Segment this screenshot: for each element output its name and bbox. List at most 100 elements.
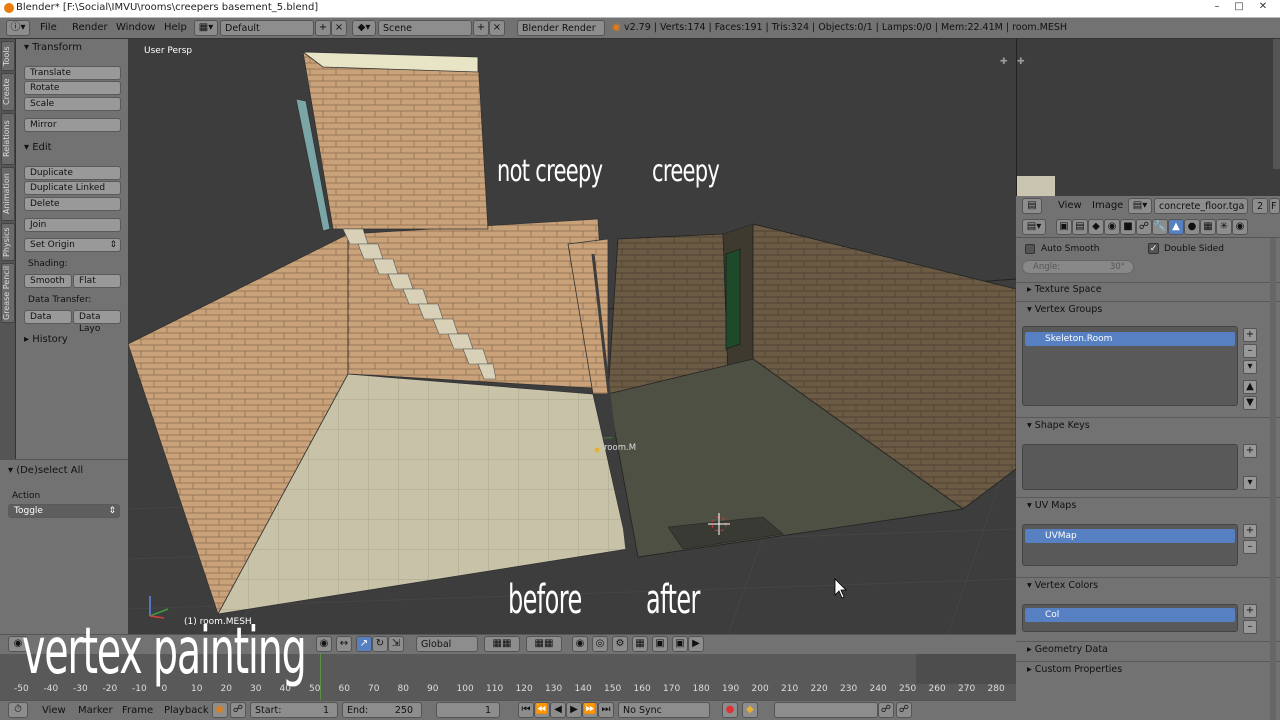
vertex-color-list[interactable]: Col <box>1022 604 1238 632</box>
particles-tab-icon[interactable]: ✳ <box>1216 219 1232 235</box>
tab-tools[interactable]: Tools <box>1 41 15 71</box>
render-engine-select[interactable]: Blender Render <box>517 20 605 36</box>
start-frame-field[interactable]: Start: 1 <box>250 702 338 718</box>
texture-tab-icon[interactable]: ▦ <box>1200 219 1216 235</box>
shape-keys-header[interactable]: ▾ Shape Keys <box>1027 420 1090 431</box>
join-button[interactable]: Join <box>24 218 121 232</box>
specials-icon[interactable]: ▾ <box>1243 476 1257 490</box>
add-vertex-group-icon[interactable]: + <box>1243 328 1257 342</box>
vertex-colors-header[interactable]: ▾ Vertex Colors <box>1027 580 1098 591</box>
auto-key-icon[interactable]: ● <box>722 702 738 718</box>
menu-frame[interactable]: Frame <box>122 705 153 716</box>
geometry-data-header[interactable]: ▸ Geometry Data <box>1027 644 1108 655</box>
remove-layout-icon[interactable]: × <box>331 20 347 36</box>
close-icon[interactable]: ✕ <box>1252 1 1274 15</box>
texture-space-header[interactable]: ▸ Texture Space <box>1027 284 1102 295</box>
area-split-icon[interactable]: ✚ <box>1017 57 1025 67</box>
list-item[interactable]: Col <box>1025 608 1235 622</box>
physics-tab-icon[interactable]: ◉ <box>1232 219 1248 235</box>
prev-key-icon[interactable]: ⏪ <box>534 702 550 718</box>
keying-set-icon[interactable]: ◆ <box>742 702 758 718</box>
move-up-icon[interactable]: ▲ <box>1243 380 1257 394</box>
lock-icon[interactable]: ☍ <box>230 702 246 718</box>
modifiers-tab-icon[interactable]: 🔧 <box>1152 219 1168 235</box>
end-frame-field[interactable]: End: 250 <box>342 702 422 718</box>
minimize-icon[interactable]: – <box>1206 1 1228 15</box>
insert-key-icon[interactable]: ☍ <box>878 702 894 718</box>
material-tab-icon[interactable]: ● <box>1184 219 1200 235</box>
editor-type-icon[interactable]: ⓘ▾ <box>6 20 30 36</box>
opengl-render-icon[interactable]: ▣ <box>672 636 688 652</box>
menu-view[interactable]: View <box>42 705 66 716</box>
data-layout-button[interactable]: Data Layo <box>73 310 121 334</box>
remove-scene-icon[interactable]: × <box>489 20 505 36</box>
screen-layout-icon[interactable]: ▦▾ <box>194 20 218 36</box>
auto-smooth-checkbox[interactable] <box>1025 244 1035 254</box>
data-button[interactable]: Data <box>24 310 72 324</box>
manipulator-icon[interactable]: ↔ <box>336 636 352 652</box>
layout-field[interactable]: Default <box>220 20 314 36</box>
image-name-field[interactable]: concrete_floor.tga <box>1154 198 1248 214</box>
shape-key-list[interactable] <box>1022 444 1238 490</box>
current-frame-field[interactable]: 1 <box>436 702 500 718</box>
keying-set-field[interactable] <box>774 702 878 718</box>
translate-button[interactable]: Translate <box>24 66 121 80</box>
duplicate-linked-button[interactable]: Duplicate Linked <box>24 181 121 195</box>
menu-image[interactable]: Image <box>1092 200 1123 211</box>
list-item[interactable]: Skeleton.Room <box>1025 332 1235 346</box>
sync-select[interactable]: No Sync <box>618 702 710 718</box>
proportional-edit-icon[interactable]: ◎ <box>592 636 608 652</box>
fake-user-button[interactable]: F <box>1269 198 1280 214</box>
3d-viewport[interactable]: User Persp room.M (1) room.MESH not cree… <box>128 39 1016 634</box>
double-sided-checkbox[interactable]: ✓ <box>1148 243 1159 254</box>
menu-render[interactable]: Render <box>72 22 108 33</box>
snap-icon[interactable]: ⚙ <box>612 636 628 652</box>
orientation-select[interactable]: Global <box>416 636 478 652</box>
set-origin-button[interactable]: Set Origin ⇕ <box>24 238 121 252</box>
uv-maps-header[interactable]: ▾ UV Maps <box>1027 500 1076 511</box>
scale-button[interactable]: Scale <box>24 97 121 111</box>
tab-create[interactable]: Create <box>1 73 15 111</box>
vertex-groups-header[interactable]: ▾ Vertex Groups <box>1027 304 1102 315</box>
action-select[interactable]: Toggle ⇕ <box>8 504 120 518</box>
rotate-button[interactable]: Rotate <box>24 81 121 95</box>
flat-button[interactable]: Flat <box>73 274 121 288</box>
rotate-manipulator-icon[interactable]: ↻ <box>372 636 388 652</box>
constraints-tab-icon[interactable]: ☍ <box>1136 219 1152 235</box>
delete-button[interactable]: Delete <box>24 197 121 211</box>
menu-help[interactable]: Help <box>164 22 187 33</box>
add-shape-key-icon[interactable]: + <box>1243 444 1257 458</box>
pivot-icon[interactable]: ◉ <box>316 636 332 652</box>
translate-manipulator-icon[interactable]: ↗ <box>356 636 372 652</box>
render-layers-tab-icon[interactable]: ▤ <box>1072 219 1088 235</box>
next-key-icon[interactable]: ⏩ <box>582 702 598 718</box>
jump-start-icon[interactable]: ⏮ <box>518 702 534 718</box>
transform-panel-header[interactable]: ▾ Transform <box>24 42 82 53</box>
area-split-icon[interactable]: ✚ <box>1000 57 1008 67</box>
scrollbar[interactable] <box>1270 238 1276 720</box>
scrollbar[interactable] <box>1273 39 1280 169</box>
add-vertex-color-icon[interactable]: + <box>1243 604 1257 618</box>
editor-type-icon[interactable]: ▤ <box>1022 198 1042 214</box>
specials-icon[interactable]: ▾ <box>1243 360 1257 374</box>
history-panel-header[interactable]: ▸ History <box>24 334 68 345</box>
add-layout-icon[interactable]: + <box>315 20 331 36</box>
remove-uv-map-icon[interactable]: – <box>1243 540 1257 554</box>
add-uv-map-icon[interactable]: + <box>1243 524 1257 538</box>
list-item[interactable]: UVMap <box>1025 529 1235 543</box>
opengl-anim-icon[interactable]: ▶ <box>688 636 704 652</box>
snap-target-icon[interactable]: ▦ <box>632 636 648 652</box>
play-icon[interactable]: ▶ <box>566 702 582 718</box>
layers-2-icon[interactable]: ▦▦ <box>526 636 562 652</box>
image-editor-area[interactable]: ✚ <box>1016 39 1280 196</box>
delete-key-icon[interactable]: ☍ <box>896 702 912 718</box>
render-tab-icon[interactable]: ▣ <box>1056 219 1072 235</box>
scene-icon[interactable]: ◆▾ <box>352 20 376 36</box>
play-reverse-icon[interactable]: ◀ <box>550 702 566 718</box>
menu-window[interactable]: Window <box>116 22 155 33</box>
data-tab-icon[interactable]: ▲ <box>1168 219 1184 235</box>
viewport-scene[interactable] <box>128 39 1016 634</box>
tab-grease-pencil[interactable]: Grease Pencil <box>1 263 15 323</box>
image-browse-icon[interactable]: ▤▾ <box>1128 198 1152 214</box>
editor-type-icon[interactable]: ⏱ <box>8 702 28 718</box>
